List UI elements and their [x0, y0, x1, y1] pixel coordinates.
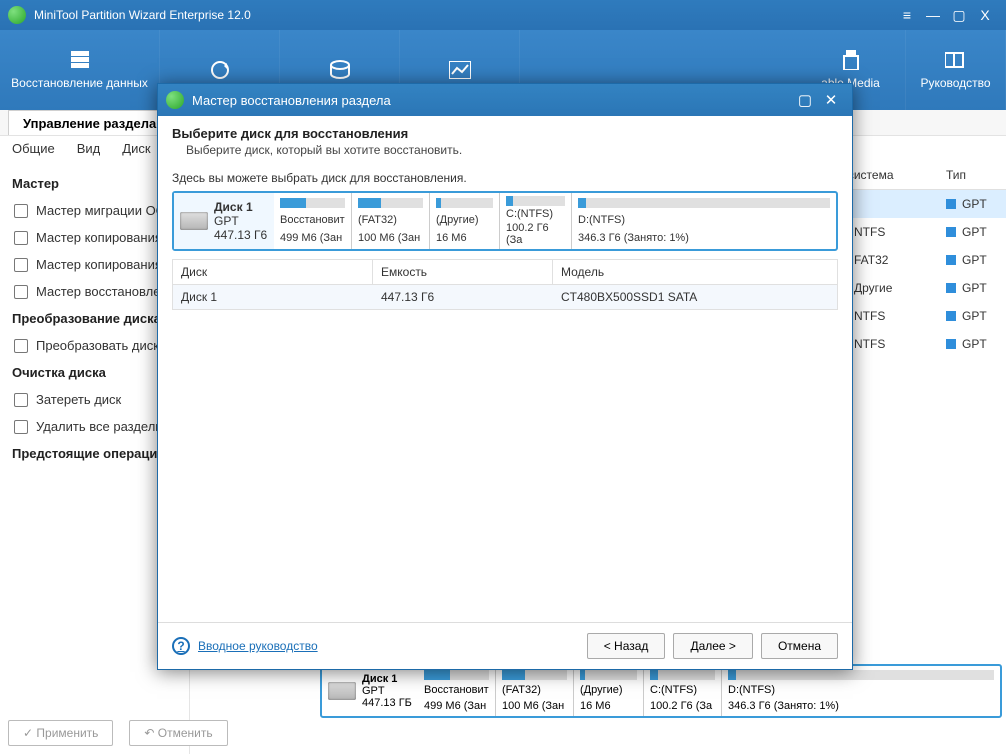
modal-title-text: Мастер восстановления раздела: [192, 93, 391, 108]
layers-icon: [68, 50, 92, 70]
hdd-icon: [180, 212, 208, 230]
usb-icon: [839, 50, 863, 70]
partition-cell[interactable]: (Другие)16 М6: [430, 193, 500, 249]
disk-icon: [328, 60, 352, 80]
partition-cell[interactable]: Восстановит499 М6 (Зан: [418, 666, 496, 716]
hdd-icon: [328, 682, 356, 700]
convert-icon: [14, 339, 28, 353]
menu-general[interactable]: Общие: [12, 141, 55, 156]
disk-refresh-icon: [208, 60, 232, 80]
grid-row[interactable]: Диск 1 447.13 Г6 CT480BX500SSD1 SATA: [172, 284, 838, 310]
modal-heading: Выберите диск для восстановления: [172, 126, 838, 141]
ribbon-label: Руководство: [920, 76, 990, 90]
eraser-icon: [14, 393, 28, 407]
trash-icon: [14, 420, 28, 434]
grid-header: Диск Емкость Модель: [172, 259, 838, 284]
ribbon-manual[interactable]: Руководство: [906, 30, 1006, 110]
col-disk: Диск: [173, 260, 373, 284]
disk-id-cell: Диск 1 GPT 447.13 Г6: [174, 193, 274, 249]
app-logo-icon: [8, 6, 26, 24]
square-icon: [946, 339, 956, 349]
square-icon: [946, 255, 956, 265]
partition-cell[interactable]: D:(NTFS)346.3 Г6 (Занято: 1%): [722, 666, 1000, 716]
modal-note: Здесь вы можете выбрать диск для восстан…: [172, 171, 838, 185]
square-icon: [946, 283, 956, 293]
recovery-wizard-modal: Мастер восстановления раздела ▢ ✕ Выбери…: [157, 83, 853, 670]
recovery-icon: [14, 285, 28, 299]
back-button[interactable]: < Назад: [587, 633, 666, 659]
main-titlebar: MiniTool Partition Wizard Enterprise 12.…: [0, 0, 1006, 30]
col-type: Тип: [946, 168, 1006, 182]
app-title: MiniTool Partition Wizard Enterprise 12.…: [34, 8, 251, 22]
square-icon: [946, 227, 956, 237]
apply-button[interactable]: ✓ Применить: [8, 720, 113, 746]
partition-cell[interactable]: (FAT32)100 М6 (Зан: [496, 666, 574, 716]
modal-close-button[interactable]: ✕: [818, 91, 844, 109]
hamburger-icon[interactable]: ≡: [894, 7, 920, 23]
cancel-button[interactable]: Отмена: [761, 633, 838, 659]
close-button[interactable]: X: [972, 7, 998, 23]
ribbon-data-recovery[interactable]: Восстановление данных: [0, 30, 160, 110]
disk-id-cell: Диск 1 GPT 447.13 ГБ: [322, 666, 418, 716]
partition-cell[interactable]: C:(NTFS)100.2 Г6 (За: [500, 193, 572, 249]
col-capacity: Емкость: [373, 260, 553, 284]
menu-disk[interactable]: Диск: [122, 141, 150, 156]
undo-button[interactable]: ↶ Отменить: [129, 720, 227, 746]
maximize-button[interactable]: ▢: [946, 7, 972, 24]
tab-manage-partition[interactable]: Управление раздела: [8, 110, 171, 135]
col-model: Модель: [553, 260, 837, 284]
partition-cell[interactable]: D:(NTFS)346.3 Г6 (Занято: 1%): [572, 193, 836, 249]
modal-titlebar: Мастер восстановления раздела ▢ ✕: [158, 84, 852, 116]
app-logo-icon: [166, 91, 184, 109]
help-icon: ?: [172, 637, 190, 655]
help-link[interactable]: ? Вводное руководство: [172, 637, 318, 655]
copy-icon: [14, 258, 28, 272]
partition-cell[interactable]: C:(NTFS)100.2 Г6 (За: [644, 666, 722, 716]
next-button[interactable]: Далее >: [673, 633, 753, 659]
partition-cell[interactable]: Восстановит499 М6 (Зан: [274, 193, 352, 249]
minimize-button[interactable]: —: [920, 7, 946, 23]
square-icon: [946, 311, 956, 321]
menu-view[interactable]: Вид: [77, 141, 101, 156]
modal-maximize-button[interactable]: ▢: [792, 91, 818, 109]
partition-cell[interactable]: (Другие)16 М6: [574, 666, 644, 716]
modal-subheading: Выберите диск, который вы хотите восстан…: [172, 143, 838, 157]
bottom-disk-map[interactable]: Диск 1 GPT 447.13 ГБ Восстановит499 М6 (…: [320, 664, 1002, 718]
modal-disk-map[interactable]: Диск 1 GPT 447.13 Г6 Восстановит499 М6 (…: [172, 191, 838, 251]
book-icon: [944, 50, 968, 70]
copy-icon: [14, 231, 28, 245]
square-icon: [946, 199, 956, 209]
wizard-icon: [14, 204, 28, 218]
partition-cell[interactable]: (FAT32)100 М6 (Зан: [352, 193, 430, 249]
chart-icon: [448, 60, 472, 80]
ribbon-label: Восстановление данных: [11, 76, 148, 90]
